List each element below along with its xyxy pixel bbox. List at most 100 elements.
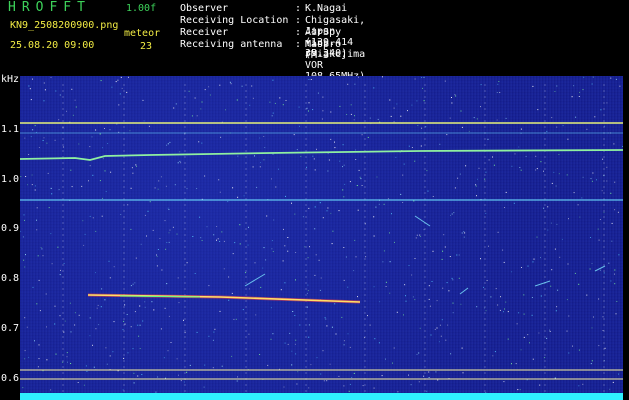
noise-dot [20, 230, 22, 232]
noise-dot [378, 342, 380, 344]
noise-dot [204, 89, 206, 91]
y-axis-unit: kHz [1, 74, 20, 85]
noise-dot [126, 91, 128, 93]
noise-dot [271, 115, 273, 117]
noise-dot [385, 281, 387, 283]
noise-dot [263, 159, 265, 161]
noise-dot [554, 377, 556, 379]
noise-dot [46, 142, 48, 144]
noise-speckle [20, 76, 623, 395]
noise-dot [239, 243, 241, 245]
noise-dot [373, 87, 375, 89]
noise-dot [54, 139, 56, 141]
noise-dot [219, 84, 221, 86]
noise-dot [37, 255, 39, 257]
noise-dot [216, 226, 218, 227]
meteor-count-value: 23 [140, 41, 153, 52]
noise-dot [308, 110, 309, 112]
noise-dot [44, 89, 46, 91]
noise-dot [132, 348, 134, 350]
noise-dot [31, 174, 33, 176]
noise-dot [74, 99, 76, 101]
noise-dot [521, 267, 522, 268]
noise-dot [551, 117, 553, 119]
noise-dot [57, 246, 59, 248]
noise-dot [208, 285, 210, 287]
noise-dot [331, 326, 333, 328]
noise-dot [104, 170, 106, 172]
noise-dot [167, 143, 169, 145]
noise-dot [38, 279, 40, 281]
noise-dot [559, 256, 561, 258]
noise-dot [159, 238, 161, 239]
noise-dot [308, 207, 310, 209]
noise-dot [477, 178, 478, 180]
noise-dot [325, 318, 327, 320]
noise-dot [167, 350, 169, 352]
noise-dot [206, 226, 208, 228]
noise-dot [505, 117, 507, 119]
noise-dot [461, 232, 463, 234]
noise-dot [123, 357, 125, 359]
noise-dot [70, 363, 72, 364]
noise-dot [342, 166, 343, 168]
noise-dot [349, 346, 351, 348]
noise-dot [270, 307, 272, 309]
noise-dot [463, 236, 465, 238]
noise-dot [603, 272, 605, 274]
noise-dot [444, 80, 446, 82]
noise-dot [561, 238, 563, 240]
noise-dot [376, 176, 378, 178]
noise-dot [318, 259, 320, 261]
noise-dot [428, 285, 430, 287]
noise-dot [452, 312, 454, 314]
noise-dot [229, 81, 231, 83]
noise-dot [174, 184, 176, 186]
noise-dot [82, 220, 84, 222]
noise-dot [606, 102, 608, 104]
noise-dot [179, 151, 181, 153]
noise-dot [421, 127, 423, 129]
noise-dot [58, 189, 60, 191]
noise-dot [117, 79, 119, 81]
y-tick-label: 1.1 [1, 124, 20, 135]
noise-dot [308, 336, 310, 338]
noise-dot [618, 373, 620, 375]
noise-dot [610, 280, 612, 282]
noise-dot [306, 306, 308, 308]
noise-dot [295, 279, 296, 281]
noise-dot [547, 206, 549, 208]
noise-dot [503, 381, 505, 383]
noise-dot [196, 188, 198, 189]
noise-dot [92, 217, 94, 219]
noise-dot [252, 166, 254, 168]
noise-dot [74, 324, 76, 326]
y-tick-label: 0.6 [1, 373, 20, 384]
noise-dot [28, 85, 30, 87]
noise-dot [504, 308, 505, 310]
noise-dot [520, 169, 522, 171]
noise-dot [308, 102, 310, 104]
noise-dot [616, 301, 618, 302]
noise-dot [37, 366, 39, 368]
noise-dot [598, 345, 600, 347]
noise-dot [414, 299, 416, 301]
noise-dot [373, 235, 375, 237]
noise-dot [611, 240, 613, 242]
noise-dot [295, 252, 297, 253]
noise-dot [590, 178, 592, 180]
noise-dot [578, 283, 580, 285]
noise-dot [599, 269, 601, 271]
noise-dot [43, 137, 45, 139]
noise-dot [287, 343, 289, 345]
noise-dot [540, 161, 542, 163]
noise-dot [335, 333, 337, 335]
noise-dot [556, 85, 558, 87]
noise-dot [555, 185, 557, 187]
noise-dot [124, 304, 126, 306]
noise-dot [62, 146, 64, 148]
noise-dot [330, 212, 332, 214]
noise-dot [89, 317, 91, 319]
noise-dot [531, 297, 533, 298]
noise-dot [168, 209, 170, 210]
